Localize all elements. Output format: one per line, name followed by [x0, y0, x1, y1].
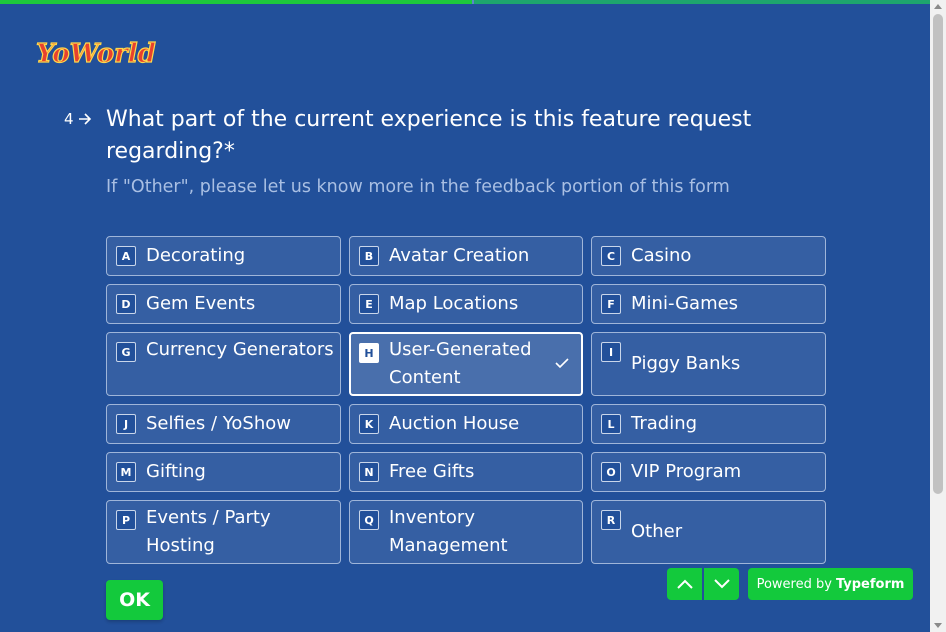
option-label: VIP Program — [631, 461, 742, 482]
progress-bar — [0, 0, 930, 4]
question-title: What part of the current experience is t… — [106, 107, 752, 164]
option-events-party-hosting[interactable]: P Events / Party Hosting — [106, 500, 341, 564]
option-label: Gem Events — [146, 293, 256, 314]
option-avatar-creation[interactable]: B Avatar Creation — [349, 236, 583, 276]
option-inventory-management[interactable]: Q Inventory Management — [349, 500, 583, 564]
option-key: B — [359, 246, 379, 266]
scroll-down-arrow-icon[interactable] — [934, 623, 942, 628]
option-currency-generators[interactable]: G Currency Generators — [106, 332, 341, 396]
option-label: Map Locations — [389, 293, 519, 314]
option-piggy-banks[interactable]: I Piggy Banks — [591, 332, 826, 396]
option-decorating[interactable]: A Decorating — [106, 236, 341, 276]
option-gifting[interactable]: M Gifting — [106, 452, 341, 492]
powered-by-prefix: Powered by — [756, 576, 832, 592]
option-key: K — [359, 414, 379, 434]
option-key: D — [116, 294, 136, 314]
option-label: Gifting — [146, 461, 206, 482]
option-label: Free Gifts — [389, 461, 475, 482]
option-key: R — [601, 510, 621, 530]
powered-by-typeform-link[interactable]: Powered by Typeform — [748, 568, 913, 600]
option-label: User-Generated Content — [389, 339, 532, 388]
option-key: A — [116, 246, 136, 266]
progress-remaining — [474, 0, 930, 4]
option-other[interactable]: R Other — [591, 500, 826, 564]
option-label: Avatar Creation — [389, 245, 530, 266]
previous-question-button[interactable] — [667, 568, 702, 600]
question-number: 4 — [64, 110, 92, 128]
option-casino[interactable]: C Casino — [591, 236, 826, 276]
option-gem-events[interactable]: D Gem Events — [106, 284, 341, 324]
option-trading[interactable]: L Trading — [591, 404, 826, 444]
option-key: H — [359, 343, 379, 363]
question-subtitle: If "Other", please let us know more in t… — [106, 177, 730, 197]
option-label: Selfies / YoShow — [146, 413, 291, 434]
next-question-button[interactable] — [704, 568, 739, 600]
progress-fill — [0, 0, 472, 4]
option-label: Trading — [631, 413, 698, 434]
option-key: Q — [359, 510, 379, 530]
option-key: G — [116, 342, 136, 362]
option-label: Currency Generators — [146, 339, 334, 360]
yoworld-logo: YoWorld — [35, 38, 156, 69]
arrow-right-icon — [78, 113, 91, 125]
option-key: F — [601, 294, 621, 314]
typeform-brand: Typeform — [835, 576, 905, 592]
option-mini-games[interactable]: F Mini-Games — [591, 284, 826, 324]
question-number-text: 4 — [64, 110, 74, 128]
ok-button[interactable]: OK — [106, 580, 163, 620]
option-free-gifts[interactable]: N Free Gifts — [349, 452, 583, 492]
option-selfies-yoshow[interactable]: J Selfies / YoShow — [106, 404, 341, 444]
scroll-up-arrow-icon[interactable] — [934, 4, 942, 9]
option-key: L — [601, 414, 621, 434]
option-vip-program[interactable]: O VIP Program — [591, 452, 826, 492]
chevron-up-icon — [676, 579, 693, 589]
option-key: E — [359, 294, 379, 314]
option-user-generated-content[interactable]: H User-Generated Content — [349, 332, 583, 396]
option-label: Inventory Management — [389, 507, 508, 556]
option-key: J — [116, 414, 136, 434]
option-key: P — [116, 510, 136, 530]
option-key: O — [601, 462, 621, 482]
logo-text: YoWorld — [36, 39, 156, 69]
option-key: M — [116, 462, 136, 482]
option-label: Mini-Games — [631, 293, 739, 314]
option-label: Other — [631, 521, 683, 542]
option-key: I — [601, 342, 621, 362]
option-auction-house[interactable]: K Auction House — [349, 404, 583, 444]
chevron-down-icon — [713, 579, 730, 589]
option-key: N — [359, 462, 379, 482]
option-label: Piggy Banks — [631, 353, 741, 374]
option-label: Events / Party Hosting — [146, 507, 271, 556]
option-label: Auction House — [389, 413, 520, 434]
option-key: C — [601, 246, 621, 266]
option-label: Casino — [631, 245, 692, 266]
checkmark-icon — [555, 358, 569, 369]
option-label: Decorating — [146, 245, 246, 266]
option-map-locations[interactable]: E Map Locations — [349, 284, 583, 324]
scrollbar-thumb[interactable] — [933, 14, 943, 494]
vertical-scrollbar[interactable] — [930, 0, 946, 632]
